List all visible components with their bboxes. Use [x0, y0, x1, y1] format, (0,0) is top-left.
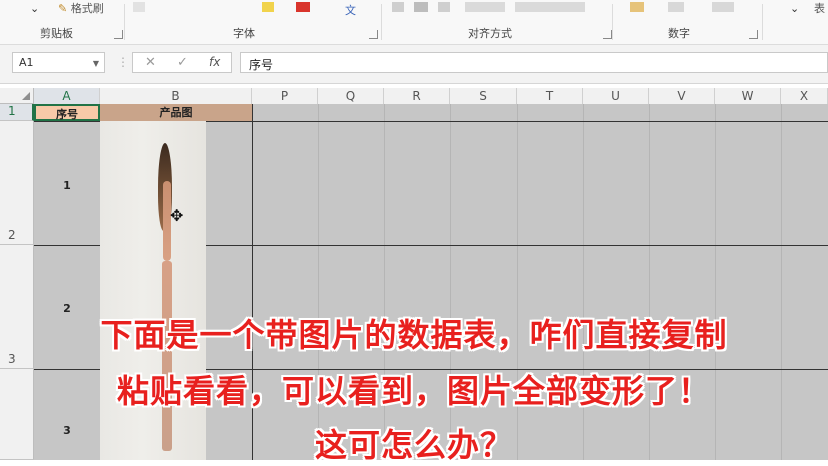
formula-bar: A1 ▼ ⋮ ✕ ✓ fx 序号 — [0, 45, 828, 84]
column-header-s[interactable]: S — [450, 88, 517, 104]
group-separator — [124, 4, 125, 40]
column-header-u[interactable]: U — [583, 88, 649, 104]
enter-icon[interactable]: ✓ — [177, 55, 188, 70]
fill-color-icon[interactable] — [262, 2, 274, 12]
group-label-font: 字体 — [233, 27, 255, 40]
column-header-r[interactable]: R — [384, 88, 450, 104]
move-cursor-icon: ✥ — [170, 206, 184, 225]
percent-icon[interactable] — [668, 2, 684, 12]
name-box[interactable]: A1 ▼ — [12, 52, 105, 73]
group-separator — [762, 4, 763, 40]
ribbon: ⌄ ✎ 格式刷 文 ⌄ 表 剪贴板 字体 对齐方式 数字 — [0, 0, 828, 45]
name-box-value: A1 — [19, 56, 34, 69]
formula-input[interactable]: 序号 — [240, 52, 828, 73]
column-header-v[interactable]: V — [649, 88, 715, 104]
column-header-t[interactable]: T — [517, 88, 583, 104]
format-painter-label: 格式刷 — [70, 2, 104, 15]
caption-line-2: 粘贴看看，可以看到，图片全部变形了！ — [116, 372, 711, 410]
font-color-icon[interactable] — [296, 2, 310, 12]
group-separator — [612, 4, 613, 40]
formula-tools: ✕ ✓ fx — [132, 52, 232, 73]
column-header-b[interactable]: B — [100, 88, 252, 104]
caption-line-1: 下面是一个带图片的数据表，咋们直接复制 — [100, 316, 728, 354]
dialog-launcher-icon[interactable] — [114, 30, 123, 39]
dialog-launcher-icon[interactable] — [749, 30, 758, 39]
group-separator — [381, 4, 382, 40]
row-number: 2 — [8, 228, 16, 242]
group-label-clipboard: 剪贴板 — [40, 27, 73, 40]
table-label[interactable]: 表 — [814, 0, 825, 16]
column-header-a[interactable]: A — [34, 88, 100, 104]
column-header-w[interactable]: W — [715, 88, 781, 104]
format-painter-button[interactable]: ✎ 格式刷 — [58, 0, 104, 16]
insert-function-icon[interactable]: fx — [209, 55, 220, 69]
cell-a1-header[interactable]: 序号 — [34, 104, 100, 121]
column-header-q[interactable]: Q — [318, 88, 384, 104]
chevron-down-icon[interactable]: ⌄ — [30, 2, 40, 15]
chevron-down-icon[interactable]: ⌄ — [790, 2, 800, 15]
font-box-icon[interactable] — [133, 2, 145, 12]
row-header-2[interactable]: 2 — [0, 121, 34, 245]
dialog-launcher-icon[interactable] — [369, 30, 378, 39]
drag-handle-icon[interactable]: ⋮ — [117, 55, 129, 69]
column-header-bar: A B P Q R S T U V W X — [34, 88, 828, 105]
group-label-alignment: 对齐方式 — [468, 27, 512, 40]
cancel-icon[interactable]: ✕ — [145, 55, 156, 70]
brush-icon: ✎ — [58, 2, 68, 15]
cell-a2-seq[interactable]: 1 — [34, 179, 100, 192]
column-header-x[interactable]: X — [781, 88, 828, 104]
currency-icon[interactable] — [630, 2, 644, 12]
merge-center-icon[interactable] — [515, 2, 585, 12]
select-all-corner[interactable] — [0, 88, 34, 104]
column-header-p[interactable]: P — [252, 88, 318, 104]
align-top-icon[interactable] — [392, 2, 404, 12]
row-number: 1 — [8, 104, 16, 118]
caption-line-3: 这可怎么办？ — [314, 426, 513, 464]
text-direction-icon[interactable]: 文 — [345, 2, 356, 17]
chevron-down-icon[interactable]: ▼ — [93, 59, 99, 68]
group-label-number: 数字 — [668, 27, 690, 40]
align-bottom-icon[interactable] — [438, 2, 450, 12]
decimal-icon[interactable] — [712, 2, 734, 12]
cell-b1-header[interactable]: 产品图 — [100, 104, 252, 121]
row-header-1[interactable]: 1 — [0, 104, 34, 121]
dialog-launcher-icon[interactable] — [603, 30, 612, 39]
align-middle-icon[interactable] — [414, 2, 428, 12]
wrap-text-icon[interactable] — [465, 2, 505, 12]
